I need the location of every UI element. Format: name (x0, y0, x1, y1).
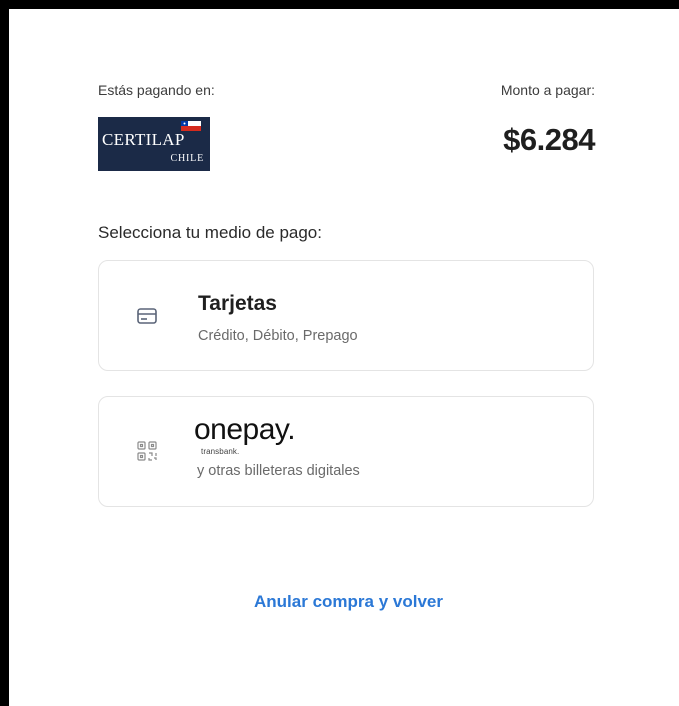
payment-option-cards[interactable]: Tarjetas Crédito, Débito, Prepago (98, 260, 594, 371)
merchant-logo: CERTILAP CHILE (98, 117, 210, 171)
payment-panel: Estás pagando en: Monto a pagar: $6.284 … (9, 9, 679, 706)
cancel-purchase-link[interactable]: Anular compra y volver (9, 592, 679, 612)
onepay-brand: onepay. (194, 413, 296, 446)
amount-label: Monto a pagar: (500, 82, 595, 98)
credit-card-icon (137, 308, 157, 324)
payment-method-label: Selecciona tu medio de pago: (98, 223, 322, 242)
payment-option-onepay[interactable]: onepay. transbank. y otras billeteras di… (98, 396, 594, 507)
payment-option-subtitle: Crédito, Débito, Prepago (198, 328, 358, 344)
qr-code-icon (137, 441, 157, 461)
payment-option-subtitle: y otras billeteras digitales (197, 463, 360, 479)
amount-value: $6.284 (503, 122, 595, 157)
merchant-logo-subtext: CHILE (170, 153, 204, 164)
merchant-logo-text: CERTILAP (102, 130, 185, 149)
payment-option-title: Tarjetas (198, 292, 277, 315)
merchant-label: Estás pagando en: (98, 82, 215, 98)
onepay-logo: onepay. transbank. (194, 415, 314, 461)
onepay-brand-tag: transbank. (201, 447, 240, 456)
